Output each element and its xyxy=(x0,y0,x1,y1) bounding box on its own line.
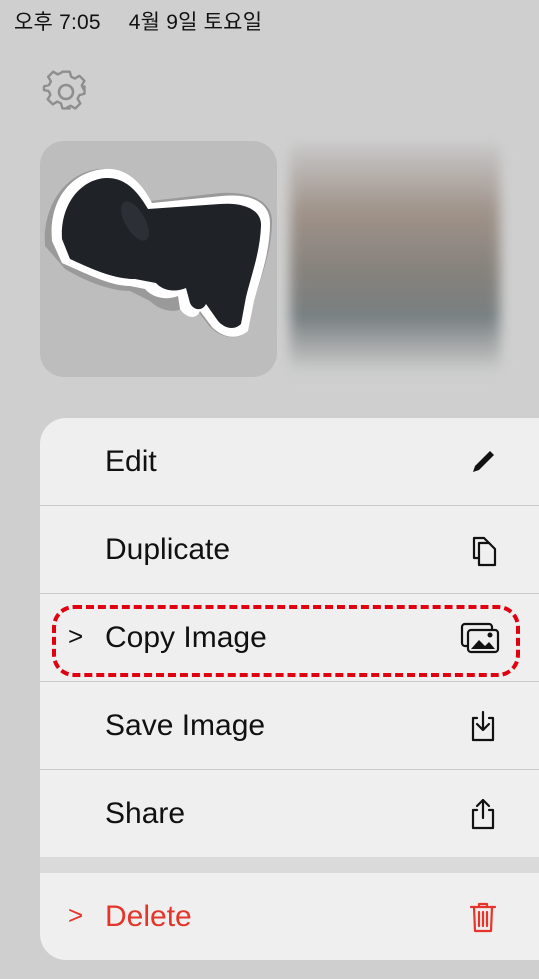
menu-item-share[interactable]: Share xyxy=(40,770,539,857)
chevron-right-icon: > xyxy=(68,900,84,930)
duplicate-icon xyxy=(472,536,497,566)
gear-icon[interactable] xyxy=(42,68,90,116)
menu-separator xyxy=(40,857,539,873)
pencil-icon xyxy=(473,450,494,472)
sticker-thumbnail[interactable] xyxy=(40,141,277,377)
menu-item-label: Duplicate xyxy=(105,532,231,566)
menu-item-label: Share xyxy=(105,796,186,830)
menu-item-delete[interactable]: > Delete xyxy=(40,873,539,960)
blurred-photo[interactable] xyxy=(290,145,500,373)
share-icon xyxy=(471,798,495,829)
status-bar: 오후 7:05 4월 9일 토요일 xyxy=(14,6,284,36)
menu-item-label: Edit xyxy=(105,444,157,478)
save-icon xyxy=(471,710,495,741)
status-date: 4월 9일 토요일 xyxy=(128,11,263,34)
menu-item-edit[interactable]: Edit xyxy=(40,418,539,506)
context-menu: Edit Duplicate > Copy Image Save Image S… xyxy=(40,418,539,960)
lamb-sticker-image xyxy=(44,168,272,338)
menu-item-label: Delete xyxy=(105,899,192,933)
menu-item-save-image[interactable]: Save Image xyxy=(40,682,539,770)
status-time: 오후 7:05 xyxy=(14,11,101,34)
menu-item-duplicate[interactable]: Duplicate xyxy=(40,506,539,594)
menu-item-label: Save Image xyxy=(105,708,266,742)
trash-icon xyxy=(469,902,497,932)
highlight-annotation xyxy=(52,605,520,677)
